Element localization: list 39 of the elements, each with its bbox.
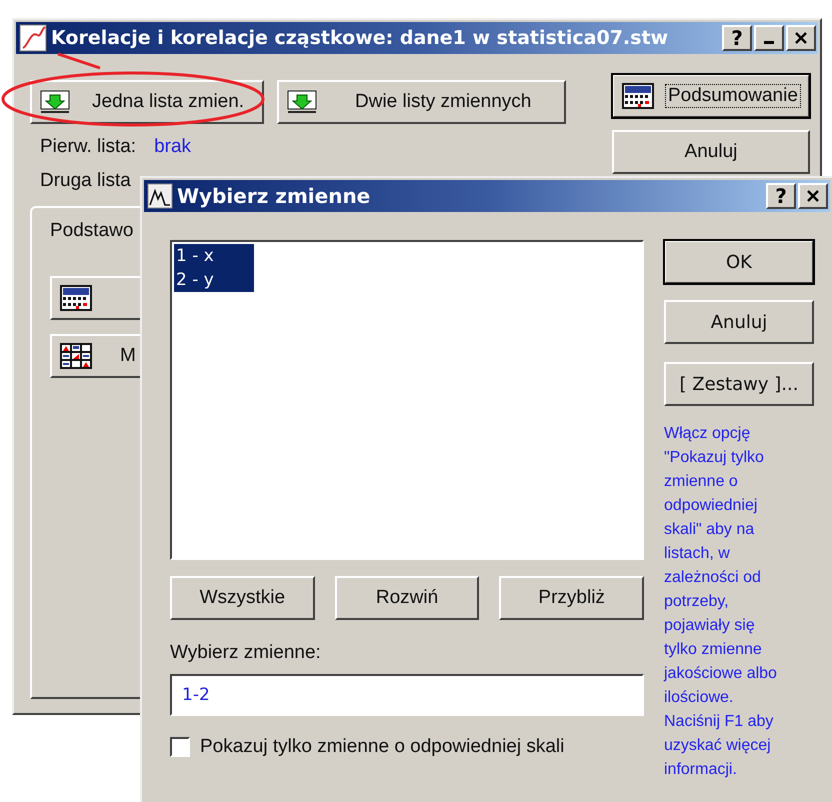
peak-chart-icon <box>147 183 173 209</box>
matrix-icon <box>60 343 92 369</box>
checkbox[interactable] <box>170 737 190 757</box>
close-icon <box>794 31 808 45</box>
variables-button[interactable]: Dwie listy zmiennych <box>277 80 566 124</box>
list-download-icon <box>287 90 317 114</box>
variables-button[interactable]: Jedna lista zmien. <box>30 80 264 124</box>
dialog-title: Wybierz zmienne <box>177 184 372 208</box>
field-label: Wybierz zmienne: <box>170 642 322 664</box>
input-field[interactable]: 1-2 <box>170 674 644 716</box>
field-label: Druga lista <box>40 170 131 192</box>
minimize-icon <box>764 41 774 44</box>
checkbox-label: Pokazuj tylko zmienne o odpowiedniej skali <box>200 736 564 758</box>
help-text: Włącz opcję "Pokazuj tylko zmienne o odpowiedniej skali" aby na listach, w zależności od potrzeby, pojawiały się tylko zmienne jakościowe albo ilościowe. Naciśnij F1 aby uzyskać więcej informacji. <box>664 424 778 780</box>
dialog-button[interactable]: OK <box>664 240 814 284</box>
field-value: brak <box>154 136 192 158</box>
list-download-icon <box>40 90 70 114</box>
dialog-button[interactable]: Anuluj <box>664 300 814 344</box>
close-button[interactable] <box>798 183 828 209</box>
help-button[interactable]: ? <box>722 25 752 51</box>
dialog-button[interactable]: Przybliż <box>499 576 644 620</box>
tab[interactable]: Podstawo <box>50 220 134 242</box>
summary-button[interactable]: Podsumowanie <box>612 74 810 118</box>
window-title: Korelacje i korelacje cząstkowe: dane1 w statistica07.stw <box>51 27 670 49</box>
spreadsheet-icon <box>60 285 92 311</box>
variable-list[interactable]: 1 - x 2 - y <box>170 240 644 560</box>
dialog-button[interactable]: Wszystkie <box>170 576 315 620</box>
help-button[interactable]: ? <box>766 183 796 209</box>
line-chart-icon <box>19 24 47 52</box>
dialog-button[interactable]: [ Zestawy ]... <box>664 362 814 406</box>
list-item[interactable]: 2 - y <box>174 268 254 292</box>
minimize-button[interactable] <box>754 25 784 51</box>
close-icon <box>806 189 820 203</box>
list-item[interactable]: 1 - x <box>174 244 254 268</box>
spreadsheet-icon <box>622 83 654 109</box>
field-label: Pierw. lista: <box>40 136 136 158</box>
close-button[interactable] <box>786 25 816 51</box>
dialog-button[interactable]: Rozwiń <box>334 576 480 620</box>
cancel-button[interactable]: Anuluj <box>612 130 810 174</box>
